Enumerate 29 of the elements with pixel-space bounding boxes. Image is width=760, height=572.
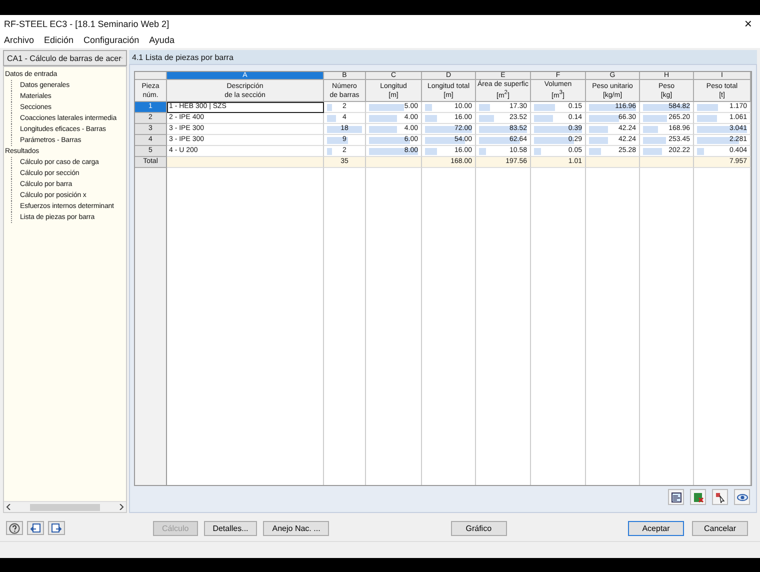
toolbar-button[interactable] [27, 521, 44, 535]
panel-title: 4.1 Lista de piezas por barra [129, 50, 757, 64]
toolbar-button[interactable] [712, 489, 728, 505]
dialog-button[interactable]: Gráfico [450, 520, 507, 536]
dialog-button[interactable]: Anejo Nac. ... [263, 520, 330, 536]
cursor-select-icon [714, 492, 726, 502]
table-settings-icon [670, 492, 682, 502]
toolbar-button[interactable] [734, 489, 750, 505]
toolbar-button[interactable] [48, 521, 65, 535]
dialog-button[interactable]: Cancelar [692, 520, 748, 536]
help-icon [9, 522, 20, 534]
corner-cell [135, 72, 167, 80]
scroll-right-icon[interactable] [118, 504, 124, 510]
toolbar-button[interactable] [668, 489, 684, 505]
menu-item[interactable]: Ayuda [149, 35, 174, 45]
window-title: RF-STEEL EC3 - [18.1 Seminario Web 2] [4, 18, 170, 28]
dialog-button[interactable]: Detalles... [204, 520, 258, 536]
eye-icon [736, 492, 748, 502]
menu-item[interactable]: Archivo [4, 35, 34, 45]
excel-export-icon [692, 492, 704, 502]
close-button[interactable]: × [740, 16, 756, 31]
menu-item[interactable]: Configuración [84, 35, 140, 45]
dialog-button[interactable]: Aceptar [628, 520, 684, 536]
menu-item[interactable]: Edición [44, 35, 74, 45]
toolbar-button[interactable] [690, 489, 706, 505]
load-case-dropdown[interactable]: CA1 - Cálculo de barras de acer [3, 50, 127, 66]
toolbar-button[interactable] [6, 521, 23, 535]
scrollbar-thumb[interactable] [30, 504, 100, 510]
scroll-left-icon[interactable] [6, 504, 12, 510]
